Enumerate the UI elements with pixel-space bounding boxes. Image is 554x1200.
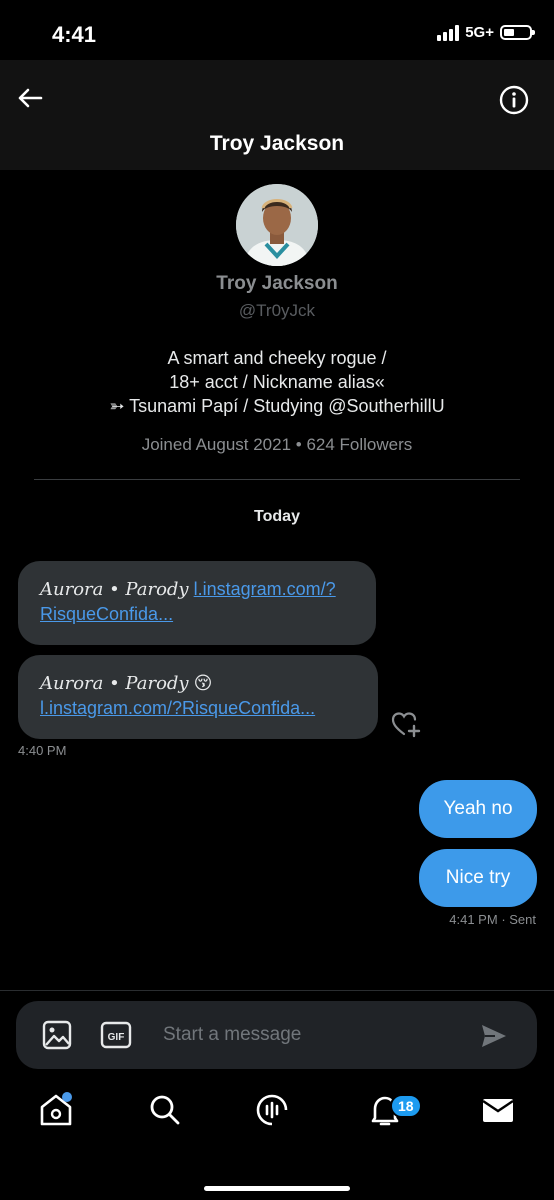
mail-icon <box>482 1099 514 1122</box>
heart-plus-icon <box>391 712 421 738</box>
send-button[interactable] <box>478 1020 510 1052</box>
link-text: l.instagram.com/? <box>193 579 336 599</box>
profile-handle[interactable]: @Tr0yJck <box>0 301 554 321</box>
network-label: 5G+ <box>465 24 494 41</box>
back-arrow-icon <box>18 88 43 108</box>
nav-messages[interactable] <box>478 1090 518 1130</box>
avatar-image <box>236 184 318 266</box>
message-sender: Aurora • Parody <box>40 673 189 694</box>
nav-spaces[interactable] <box>252 1090 292 1130</box>
joined-followers: Joined August 2021 • 624 Followers <box>141 435 413 454</box>
kissing-emoji: 😚 <box>193 673 213 693</box>
message-sender: Aurora • Parody <box>40 579 189 600</box>
link-text: RisqueConfida... <box>40 604 174 624</box>
bio-line: ➳ Tsunami Papí / Studying @SoutherhillU <box>109 396 445 416</box>
outgoing-message[interactable]: Nice try <box>419 849 537 907</box>
search-icon <box>150 1095 180 1125</box>
outgoing-message[interactable]: Yeah no <box>419 780 537 838</box>
message-link[interactable]: l.instagram.com/?RisqueConfida... <box>40 698 315 718</box>
bio-line: 18+ acct / Nickname alias« <box>169 372 385 392</box>
message-input[interactable] <box>163 1020 463 1050</box>
react-button[interactable] <box>390 709 422 739</box>
incoming-message[interactable]: Aurora • Parody l.instagram.com/? RisqueC… <box>18 561 376 645</box>
profile-bio: A smart and cheeky rogue / 18+ acct / Ni… <box>0 346 554 418</box>
home-indicator <box>204 1186 350 1191</box>
divider <box>34 479 520 480</box>
outgoing-time: 4:41 PM <box>449 912 498 927</box>
notifications-badge: 18 <box>390 1094 422 1118</box>
outgoing-timestamp: 4:41 PM · Sent <box>449 912 536 927</box>
back-button[interactable] <box>14 82 46 114</box>
info-icon <box>499 85 529 115</box>
image-icon <box>42 1020 72 1050</box>
incoming-message[interactable]: Aurora • Parody 😚 l.instagram.com/?Risqu… <box>18 655 378 739</box>
battery-icon <box>500 25 535 40</box>
add-gif-button[interactable]: GIF <box>99 1020 133 1050</box>
header-title[interactable]: Troy Jackson <box>0 132 554 156</box>
avatar[interactable] <box>236 184 318 266</box>
add-photo-button[interactable] <box>40 1018 74 1052</box>
sent-status: · Sent <box>501 912 536 927</box>
bio-line: A smart and cheeky rogue / <box>167 348 387 368</box>
send-icon <box>482 1025 506 1047</box>
svg-text:GIF: GIF <box>108 1032 125 1043</box>
status-indicators: 5G+ <box>437 24 535 41</box>
spaces-icon <box>256 1094 288 1126</box>
unread-dot <box>62 1092 72 1102</box>
incoming-timestamp: 4:40 PM <box>18 743 67 758</box>
status-time: 4:41 <box>52 22 97 47</box>
info-button[interactable] <box>498 84 530 116</box>
nav-search[interactable] <box>145 1090 185 1130</box>
signal-icon <box>437 24 460 41</box>
profile-name[interactable]: Troy Jackson <box>0 273 554 295</box>
gif-icon: GIF <box>100 1021 132 1049</box>
date-separator: Today <box>254 508 300 525</box>
composer-divider <box>0 990 554 991</box>
